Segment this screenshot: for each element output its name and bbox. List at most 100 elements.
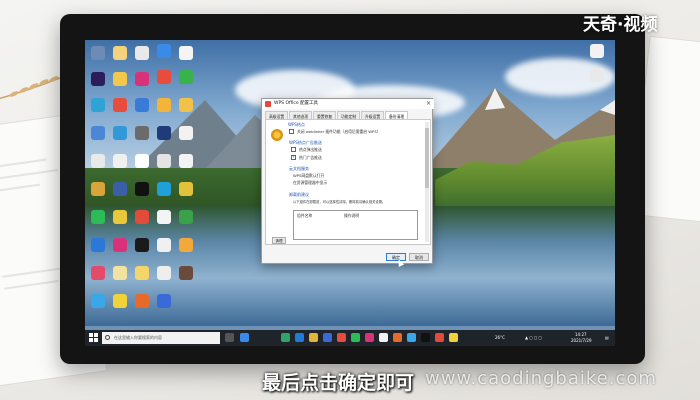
taskbar-app-icon[interactable]: [281, 333, 290, 342]
desktop-icon[interactable]: [135, 126, 149, 140]
desktop-icon[interactable]: [91, 126, 105, 140]
desktop-icon[interactable]: [157, 70, 171, 84]
desktop-icon[interactable]: [91, 46, 105, 60]
desktop-icon[interactable]: [157, 266, 171, 280]
search-icon: [105, 335, 110, 340]
clock-date[interactable]: 2021/7/29: [571, 333, 592, 346]
desktop-icon[interactable]: [157, 98, 171, 112]
windows-start-icon[interactable]: [89, 333, 98, 342]
taskbar-app-icon[interactable]: [351, 333, 360, 342]
desktop-icon[interactable]: [157, 154, 171, 168]
desktop-icon[interactable]: [91, 72, 105, 86]
desktop-icon[interactable]: [113, 126, 127, 140]
desktop-icon[interactable]: [179, 210, 193, 224]
desktop-icon[interactable]: [91, 154, 105, 168]
desktop-icon[interactable]: [179, 154, 193, 168]
desktop-icon[interactable]: [135, 266, 149, 280]
desktop-icon[interactable]: [135, 210, 149, 224]
component-list[interactable]: 组件名称 操作说明: [293, 210, 418, 240]
desktop-icon[interactable]: [91, 294, 105, 308]
cancel-button[interactable]: 取消: [409, 253, 429, 261]
wheat-decoration: [0, 76, 61, 100]
taskbar-app-icon[interactable]: [421, 333, 430, 342]
desktop-icon[interactable]: [157, 182, 171, 196]
desktop-icon[interactable]: [113, 294, 127, 308]
close-icon[interactable]: ×: [426, 99, 431, 109]
desktop-icon[interactable]: [157, 210, 171, 224]
taskbar-app-icon[interactable]: [337, 333, 346, 342]
desktop-icon[interactable]: [157, 294, 171, 308]
desktop-icon[interactable]: [135, 72, 149, 86]
site-watermark: www.caodingbaike.com: [425, 368, 657, 389]
desktop-icon[interactable]: [113, 210, 127, 224]
desktop-icon[interactable]: [590, 44, 604, 58]
desktop-icon[interactable]: [157, 126, 171, 140]
desktop-icon[interactable]: [113, 98, 127, 112]
taskbar-app-icon[interactable]: [295, 333, 304, 342]
desktop-icon[interactable]: [135, 98, 149, 112]
desktop-icon[interactable]: [135, 238, 149, 252]
cloud-heading: 云文档服务: [289, 166, 309, 171]
desktop-icon[interactable]: [179, 126, 193, 140]
desktop-icon[interactable]: [91, 266, 105, 280]
scroll-thumb[interactable]: [425, 128, 429, 188]
cloud-text-2: 在资源管理器中显示: [293, 180, 328, 185]
desktop-icon[interactable]: [135, 46, 149, 60]
desktop-icon[interactable]: [91, 238, 105, 252]
desktop-icon[interactable]: [179, 182, 193, 196]
panel-scrollbar[interactable]: [425, 122, 429, 242]
list-col-desc: 操作说明: [344, 213, 360, 218]
taskbar-app-icon[interactable]: [365, 333, 374, 342]
desktop-icon[interactable]: [113, 238, 127, 252]
desktop-icon[interactable]: [113, 46, 127, 60]
desktop-icon[interactable]: [179, 266, 193, 280]
desktop-icon[interactable]: [113, 266, 127, 280]
taskbar-search-placeholder: 在这里输入你要搜索的内容: [114, 335, 162, 340]
desktop-icon[interactable]: [113, 154, 127, 168]
taskbar-search-input[interactable]: 在这里输入你要搜索的内容: [102, 332, 220, 344]
taskbar-app-icon[interactable]: [407, 333, 416, 342]
desktop-icon[interactable]: [135, 154, 149, 168]
desktop-icon[interactable]: [157, 238, 171, 252]
weather-indicator[interactable]: 26°C: [495, 330, 505, 346]
desktop-icon[interactable]: [91, 210, 105, 224]
taskbar-app-icon[interactable]: [323, 333, 332, 342]
taskbar-app-icon[interactable]: [379, 333, 388, 342]
hot-popup-label: 热点弹出推送: [299, 147, 322, 152]
clean-button[interactable]: 清理: [272, 237, 286, 244]
ad-group-heading: WPS热点广告推送: [289, 140, 322, 145]
desktop-icon[interactable]: [179, 98, 193, 112]
hot-popup-checkbox[interactable]: [291, 147, 296, 152]
desktop-icon[interactable]: [179, 70, 193, 84]
hot-ad-label: 热门广告推送: [299, 155, 322, 160]
desktop-icon[interactable]: [590, 68, 604, 82]
desktop-icon[interactable]: [91, 182, 105, 196]
subtitle-caption: 最后点击确定即可: [262, 372, 415, 394]
taskbar-app-icon[interactable]: [449, 333, 458, 342]
taskbar-app-icon[interactable]: [435, 333, 444, 342]
desktop-icon[interactable]: [113, 182, 127, 196]
desktop-icon[interactable]: [135, 182, 149, 196]
weblinker-checkbox[interactable]: [289, 129, 294, 134]
desktop-icon[interactable]: [157, 44, 171, 58]
taskbar-app-icon[interactable]: [309, 333, 318, 342]
desktop-icon[interactable]: [135, 294, 149, 308]
weblinker-label: 关闭 weblinker 插件功能（启用后需重启 WPS）: [297, 129, 381, 134]
hot-ad-checkbox[interactable]: [291, 154, 296, 160]
notification-icon[interactable]: ▤: [605, 330, 609, 346]
dialog-panel: WPS热点 关闭 weblinker 插件功能（启用后需重启 WPS） WPS热…: [265, 119, 431, 245]
desktop-icon[interactable]: [113, 72, 127, 86]
desktop-icon[interactable]: [91, 98, 105, 112]
uninstall-text: 以下组件在卸载前，可以选择性清除，删除前请确认相关设置。: [293, 200, 386, 204]
dialog-title: WPS Office 配置工具: [274, 101, 319, 106]
dialog-titlebar[interactable]: WPS Office 配置工具 ×: [262, 99, 434, 109]
section-heading: WPS热点: [288, 122, 305, 127]
taskbar-app-icon[interactable]: [393, 333, 402, 342]
desktop-icon[interactable]: [179, 46, 193, 60]
desktop-icon[interactable]: [179, 238, 193, 252]
list-col-name: 组件名称: [297, 213, 313, 218]
tray-icons: ▲ ◻ ◻ ◻: [525, 335, 542, 340]
taskbar-app-icon[interactable]: [240, 333, 249, 342]
task-view-icon[interactable]: [225, 333, 234, 342]
desktop-screen: WPS Office 配置工具 × 高级设置 其他选项 重置修复 功能定制 升级…: [85, 40, 615, 346]
